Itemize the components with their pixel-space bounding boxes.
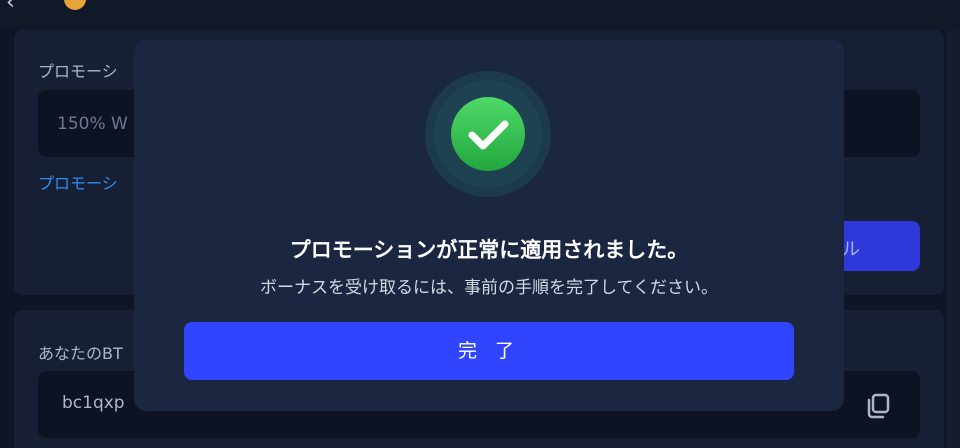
modal-subtitle: ボーナスを受け取るには、事前の手順を完了してください。	[260, 278, 718, 298]
success-badge	[425, 71, 551, 197]
done-button[interactable]: 完 了	[184, 322, 794, 380]
back-arrow-icon[interactable]: ‹	[6, 0, 15, 15]
top-bar: ‹	[0, 0, 960, 30]
address-value: bc1qxp	[62, 393, 125, 413]
success-modal: プロモーションが正常に適用されました。 ボーナスを受け取るには、事前の手順を完了…	[134, 40, 844, 411]
promo-label: プロモーシ	[38, 62, 118, 81]
coin-icon	[64, 0, 86, 10]
promo-link[interactable]: プロモーシ	[38, 170, 118, 194]
check-circle-icon	[451, 97, 525, 171]
promo-code-value: 150% W	[57, 114, 128, 134]
copy-icon[interactable]	[860, 388, 896, 424]
scrollbar-track[interactable]	[946, 30, 960, 448]
modal-title: プロモーションが正常に適用されました。	[289, 238, 689, 262]
address-label: あなたのBT	[38, 344, 123, 363]
